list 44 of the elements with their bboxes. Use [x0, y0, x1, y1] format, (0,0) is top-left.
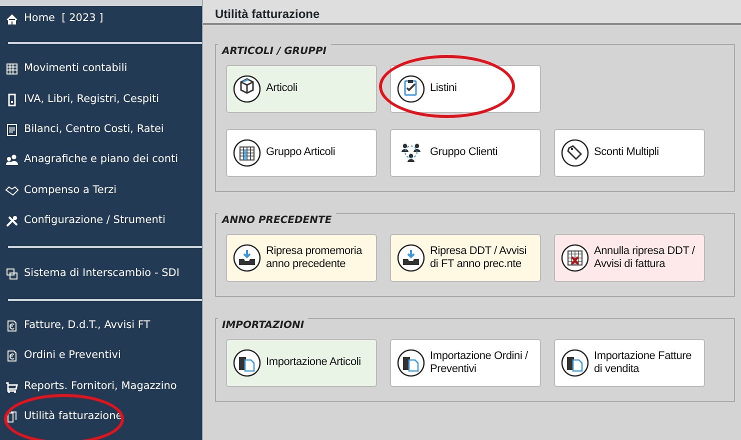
document-import-icon: [560, 348, 590, 378]
document-icon: [5, 122, 19, 137]
documents-icon: [5, 410, 19, 424]
people-icon: [5, 153, 19, 168]
box-icon: [232, 74, 262, 104]
sidebar-item[interactable]: Home [ 2023 ]: [0, 6, 202, 32]
sidebar-item[interactable]: Compenso a Terzi: [0, 176, 202, 206]
home-icon: [5, 12, 19, 26]
document-import-icon: [232, 348, 262, 378]
tray-download-icon: [396, 244, 426, 272]
sidebar-item[interactable]: Sistema di Interscambio - SDI: [0, 258, 202, 289]
sidebar-item[interactable]: Reports. Fornitori, Magazzino: [0, 372, 202, 402]
tile-button[interactable]: Annulla ripresa DDT / Avvisi di fattura: [554, 234, 705, 282]
tag-icon: [560, 138, 590, 168]
sidebar-item[interactable]: Utilità fatturazione: [0, 402, 202, 432]
tile-button[interactable]: Articoli: [226, 65, 377, 113]
clipboard-icon: [396, 74, 426, 104]
tile-button[interactable]: Ripresa promemoria anno precedente: [226, 234, 377, 282]
euro-document-icon: [5, 349, 19, 364]
tray-download-icon: [232, 244, 262, 272]
sidebar-item[interactable]: Configurazione / Strumenti: [0, 206, 202, 236]
tools-icon: [5, 214, 19, 228]
grid-icon: [5, 62, 19, 76]
sidebar-item[interactable]: Bilanci, Centro Costi, Ratei: [0, 114, 202, 146]
page-title: Utilità fatturazione: [203, 0, 741, 25]
tile-button[interactable]: Sconti Multipli: [554, 129, 705, 177]
tile-button[interactable]: Listini: [390, 65, 541, 113]
document-import-icon: [396, 348, 426, 378]
sidebar-item[interactable]: Anagrafiche e piano dei conti: [0, 145, 202, 176]
exchange-icon: [5, 266, 19, 281]
tile-button[interactable]: Ripresa DDT / Avvisi di FT anno prec.nte: [390, 234, 541, 282]
sidebar-item[interactable]: Movimenti contabili: [0, 54, 202, 84]
cart-icon: [5, 380, 19, 394]
tile-button[interactable]: Importazione Ordini / Preventivi: [390, 339, 541, 387]
euro-document-icon: [5, 318, 19, 333]
table-icon: [232, 138, 262, 168]
tile-button[interactable]: Importazione Fatture di vendita: [554, 339, 705, 387]
tile-button[interactable]: Gruppo Articoli: [226, 129, 377, 177]
tile-button[interactable]: Gruppo Clienti: [390, 129, 541, 177]
sidebar-item[interactable]: Fatture, D.d.T., Avvisi FT: [0, 310, 202, 342]
tile-button[interactable]: Importazione Articoli: [226, 339, 377, 387]
sidebar-item[interactable]: Ordini e Preventivi: [0, 341, 202, 372]
calendar-x-icon: [560, 244, 590, 272]
sidebar-item[interactable]: IVA, Libri, Registri, Cespiti: [0, 84, 202, 115]
